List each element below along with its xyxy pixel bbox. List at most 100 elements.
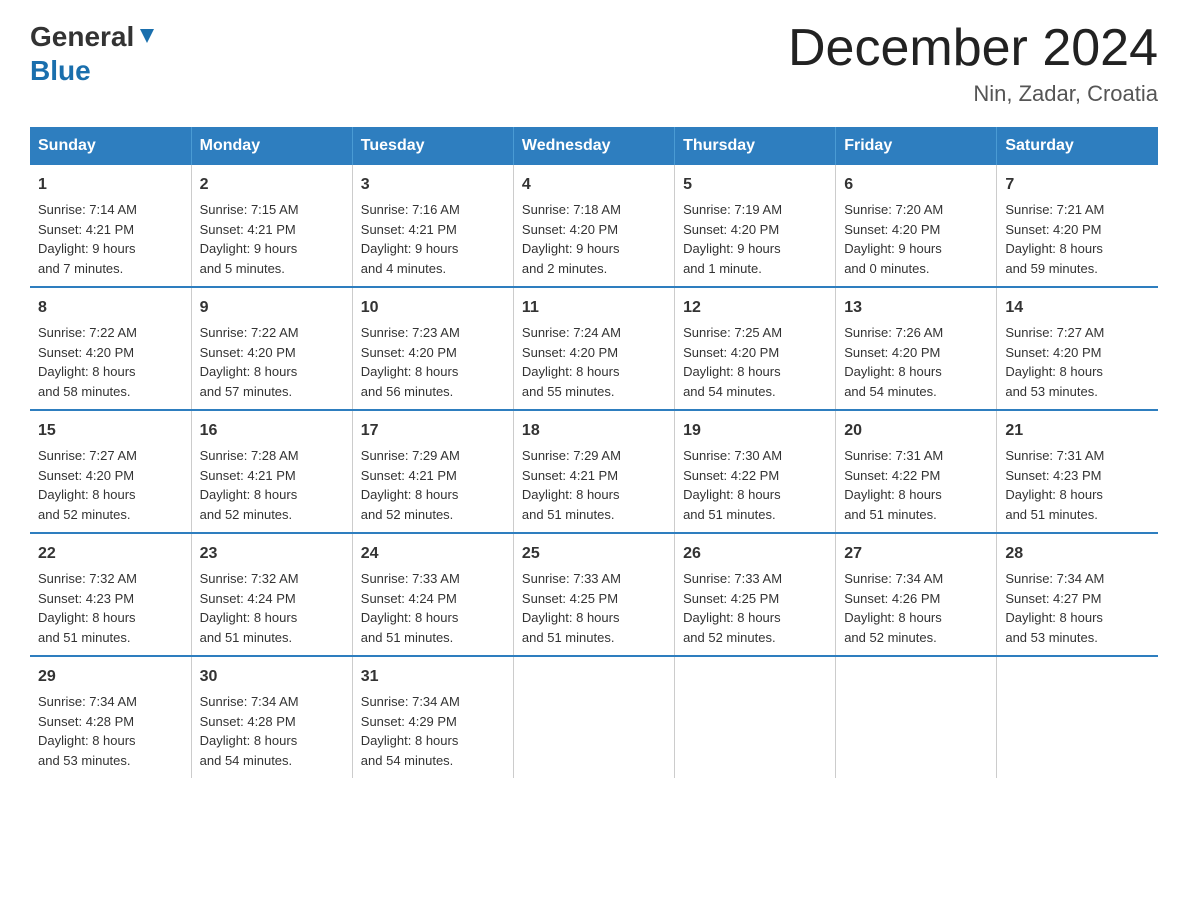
table-row: 14 Sunrise: 7:27 AMSunset: 4:20 PMDaylig… [997,287,1158,410]
cell-content: Sunrise: 7:34 AMSunset: 4:29 PMDaylight:… [361,694,460,768]
day-number: 20 [844,419,988,443]
month-title: December 2024 [788,20,1158,77]
cell-content: Sunrise: 7:34 AMSunset: 4:28 PMDaylight:… [38,694,137,768]
calendar-week-row: 1 Sunrise: 7:14 AMSunset: 4:21 PMDayligh… [30,165,1158,287]
table-row: 8 Sunrise: 7:22 AMSunset: 4:20 PMDayligh… [30,287,191,410]
day-number: 3 [361,173,505,197]
col-friday: Friday [836,127,997,165]
cell-content: Sunrise: 7:21 AMSunset: 4:20 PMDaylight:… [1005,202,1104,276]
day-number: 2 [200,173,344,197]
col-thursday: Thursday [675,127,836,165]
day-number: 13 [844,296,988,320]
day-number: 1 [38,173,183,197]
cell-content: Sunrise: 7:22 AMSunset: 4:20 PMDaylight:… [38,325,137,399]
day-number: 15 [38,419,183,443]
cell-content: Sunrise: 7:25 AMSunset: 4:20 PMDaylight:… [683,325,782,399]
cell-content: Sunrise: 7:28 AMSunset: 4:21 PMDaylight:… [200,448,299,522]
calendar-week-row: 29 Sunrise: 7:34 AMSunset: 4:28 PMDaylig… [30,656,1158,778]
table-row: 24 Sunrise: 7:33 AMSunset: 4:24 PMDaylig… [352,533,513,656]
logo-triangle-icon [136,25,158,47]
col-wednesday: Wednesday [513,127,674,165]
table-row [513,656,674,778]
day-number: 28 [1005,542,1150,566]
day-number: 12 [683,296,827,320]
cell-content: Sunrise: 7:34 AMSunset: 4:28 PMDaylight:… [200,694,299,768]
page-header: General Blue December 2024 Nin, Zadar, C… [30,20,1158,107]
col-tuesday: Tuesday [352,127,513,165]
day-number: 27 [844,542,988,566]
col-sunday: Sunday [30,127,191,165]
day-number: 16 [200,419,344,443]
cell-content: Sunrise: 7:24 AMSunset: 4:20 PMDaylight:… [522,325,621,399]
cell-content: Sunrise: 7:32 AMSunset: 4:24 PMDaylight:… [200,571,299,645]
table-row: 26 Sunrise: 7:33 AMSunset: 4:25 PMDaylig… [675,533,836,656]
cell-content: Sunrise: 7:31 AMSunset: 4:23 PMDaylight:… [1005,448,1104,522]
cell-content: Sunrise: 7:34 AMSunset: 4:27 PMDaylight:… [1005,571,1104,645]
cell-content: Sunrise: 7:27 AMSunset: 4:20 PMDaylight:… [38,448,137,522]
logo-general-text: General [30,20,134,54]
day-number: 14 [1005,296,1150,320]
table-row: 15 Sunrise: 7:27 AMSunset: 4:20 PMDaylig… [30,410,191,533]
logo-blue-text: Blue [30,55,91,86]
table-row [997,656,1158,778]
calendar-week-row: 15 Sunrise: 7:27 AMSunset: 4:20 PMDaylig… [30,410,1158,533]
table-row: 3 Sunrise: 7:16 AMSunset: 4:21 PMDayligh… [352,165,513,287]
table-row [836,656,997,778]
location: Nin, Zadar, Croatia [788,81,1158,107]
table-row: 22 Sunrise: 7:32 AMSunset: 4:23 PMDaylig… [30,533,191,656]
day-number: 24 [361,542,505,566]
table-row: 18 Sunrise: 7:29 AMSunset: 4:21 PMDaylig… [513,410,674,533]
table-row: 16 Sunrise: 7:28 AMSunset: 4:21 PMDaylig… [191,410,352,533]
table-row: 5 Sunrise: 7:19 AMSunset: 4:20 PMDayligh… [675,165,836,287]
day-number: 30 [200,665,344,689]
day-number: 6 [844,173,988,197]
cell-content: Sunrise: 7:33 AMSunset: 4:24 PMDaylight:… [361,571,460,645]
day-number: 29 [38,665,183,689]
table-row: 13 Sunrise: 7:26 AMSunset: 4:20 PMDaylig… [836,287,997,410]
logo: General Blue [30,20,158,87]
day-number: 25 [522,542,666,566]
cell-content: Sunrise: 7:33 AMSunset: 4:25 PMDaylight:… [522,571,621,645]
cell-content: Sunrise: 7:23 AMSunset: 4:20 PMDaylight:… [361,325,460,399]
table-row: 27 Sunrise: 7:34 AMSunset: 4:26 PMDaylig… [836,533,997,656]
day-number: 18 [522,419,666,443]
cell-content: Sunrise: 7:29 AMSunset: 4:21 PMDaylight:… [361,448,460,522]
calendar-header-row: Sunday Monday Tuesday Wednesday Thursday… [30,127,1158,165]
cell-content: Sunrise: 7:34 AMSunset: 4:26 PMDaylight:… [844,571,943,645]
cell-content: Sunrise: 7:22 AMSunset: 4:20 PMDaylight:… [200,325,299,399]
col-saturday: Saturday [997,127,1158,165]
cell-content: Sunrise: 7:16 AMSunset: 4:21 PMDaylight:… [361,202,460,276]
cell-content: Sunrise: 7:31 AMSunset: 4:22 PMDaylight:… [844,448,943,522]
day-number: 23 [200,542,344,566]
table-row: 20 Sunrise: 7:31 AMSunset: 4:22 PMDaylig… [836,410,997,533]
day-number: 7 [1005,173,1150,197]
day-number: 22 [38,542,183,566]
day-number: 11 [522,296,666,320]
day-number: 17 [361,419,505,443]
cell-content: Sunrise: 7:29 AMSunset: 4:21 PMDaylight:… [522,448,621,522]
calendar-week-row: 22 Sunrise: 7:32 AMSunset: 4:23 PMDaylig… [30,533,1158,656]
table-row: 29 Sunrise: 7:34 AMSunset: 4:28 PMDaylig… [30,656,191,778]
table-row: 4 Sunrise: 7:18 AMSunset: 4:20 PMDayligh… [513,165,674,287]
day-number: 4 [522,173,666,197]
cell-content: Sunrise: 7:27 AMSunset: 4:20 PMDaylight:… [1005,325,1104,399]
day-number: 10 [361,296,505,320]
cell-content: Sunrise: 7:20 AMSunset: 4:20 PMDaylight:… [844,202,943,276]
col-monday: Monday [191,127,352,165]
table-row: 25 Sunrise: 7:33 AMSunset: 4:25 PMDaylig… [513,533,674,656]
table-row: 19 Sunrise: 7:30 AMSunset: 4:22 PMDaylig… [675,410,836,533]
cell-content: Sunrise: 7:19 AMSunset: 4:20 PMDaylight:… [683,202,782,276]
table-row: 17 Sunrise: 7:29 AMSunset: 4:21 PMDaylig… [352,410,513,533]
day-number: 31 [361,665,505,689]
calendar-week-row: 8 Sunrise: 7:22 AMSunset: 4:20 PMDayligh… [30,287,1158,410]
table-row: 28 Sunrise: 7:34 AMSunset: 4:27 PMDaylig… [997,533,1158,656]
table-row: 21 Sunrise: 7:31 AMSunset: 4:23 PMDaylig… [997,410,1158,533]
day-number: 8 [38,296,183,320]
table-row: 1 Sunrise: 7:14 AMSunset: 4:21 PMDayligh… [30,165,191,287]
table-row: 31 Sunrise: 7:34 AMSunset: 4:29 PMDaylig… [352,656,513,778]
cell-content: Sunrise: 7:33 AMSunset: 4:25 PMDaylight:… [683,571,782,645]
cell-content: Sunrise: 7:30 AMSunset: 4:22 PMDaylight:… [683,448,782,522]
table-row: 23 Sunrise: 7:32 AMSunset: 4:24 PMDaylig… [191,533,352,656]
day-number: 9 [200,296,344,320]
cell-content: Sunrise: 7:18 AMSunset: 4:20 PMDaylight:… [522,202,621,276]
